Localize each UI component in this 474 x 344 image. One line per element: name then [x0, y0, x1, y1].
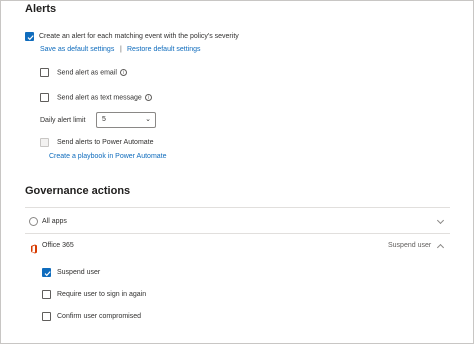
save-default-link[interactable]: Save as default settings — [40, 46, 114, 53]
office-365-label[interactable]: Office 365 — [42, 242, 74, 249]
info-icon[interactable]: i — [144, 94, 152, 101]
office-365-action-summary: Suspend user — [388, 242, 432, 249]
suspend-user-label: Suspend user — [57, 269, 101, 276]
create-playbook-link[interactable]: Create a playbook in Power Automate — [49, 153, 167, 160]
daily-limit-label: Daily alert limit — [40, 117, 86, 124]
checkmark-icon — [27, 35, 34, 41]
divider — [25, 233, 450, 234]
daily-limit-select[interactable]: 5 ⌄ — [96, 112, 156, 128]
confirm-compromised-checkbox[interactable] — [42, 312, 51, 321]
send-email-row: Send alert as email i — [57, 69, 127, 76]
chevron-down-icon: ⌄ — [145, 116, 151, 123]
governance-heading: Governance actions — [25, 185, 131, 197]
restore-default-link[interactable]: Restore default settings — [127, 46, 201, 53]
send-text-label: Send alert as text message — [57, 94, 142, 102]
send-text-row: Send alert as text message i — [57, 94, 152, 101]
alerts-heading: Alerts — [25, 3, 57, 15]
send-email-label: Send alert as email — [57, 69, 117, 77]
power-automate-label: Send alerts to Power Automate — [57, 139, 154, 146]
send-email-checkbox[interactable] — [40, 68, 49, 77]
link-separator: | — [120, 46, 122, 53]
create-alert-checkbox[interactable] — [25, 32, 34, 41]
confirm-compromised-label: Confirm user compromised — [57, 313, 142, 320]
divider — [25, 207, 450, 208]
daily-limit-value: 5 — [102, 116, 106, 123]
require-signin-label: Require user to sign in again — [57, 291, 147, 298]
require-signin-checkbox[interactable] — [42, 290, 51, 299]
all-apps-radio-icon[interactable] — [29, 217, 38, 226]
office-365-icon — [30, 241, 38, 254]
create-alert-label: Create an alert for each matching event … — [39, 33, 239, 40]
checkmark-icon — [44, 271, 51, 277]
all-apps-label[interactable]: All apps — [42, 218, 67, 225]
send-text-checkbox[interactable] — [40, 93, 49, 102]
info-icon[interactable]: i — [119, 69, 127, 76]
power-automate-checkbox[interactable] — [40, 138, 49, 147]
suspend-user-checkbox[interactable] — [42, 268, 51, 277]
